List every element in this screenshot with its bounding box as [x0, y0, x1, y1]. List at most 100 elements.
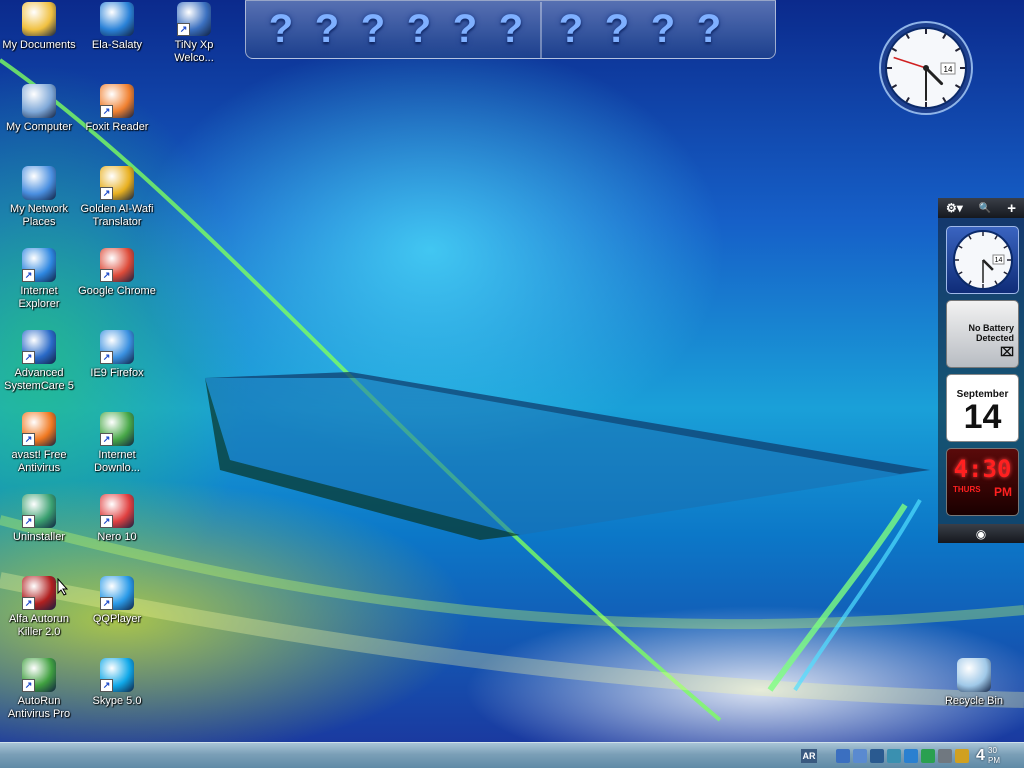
- taskbar-clock[interactable]: 4 30 PM: [974, 745, 1022, 767]
- desktop-icon[interactable]: ↗ Internet Downlo...: [77, 412, 157, 475]
- digital-clock-gadget[interactable]: 4:30 THURS PM: [946, 448, 1019, 516]
- folder-documents-icon: [22, 2, 56, 36]
- shortcut-arrow-icon: ↗: [100, 105, 113, 118]
- add-gadget-icon[interactable]: +: [1007, 200, 1016, 217]
- desktop-icon[interactable]: My Network Places: [0, 166, 79, 229]
- quick-launch-unknown-icon[interactable]: ?: [396, 5, 442, 55]
- digital-time: 4:30: [953, 455, 1012, 483]
- desktop-icon[interactable]: ↗ Google Chrome: [77, 248, 157, 298]
- quick-launch-unknown-icon[interactable]: ?: [304, 5, 350, 55]
- autorun-killer-icon: ↗: [22, 576, 56, 610]
- desktop-icon-label: Nero 10: [97, 531, 137, 543]
- desktop-icon-label: Uninstaller: [13, 531, 65, 543]
- desktop-icon[interactable]: Ela-Salaty: [77, 2, 157, 52]
- desktop[interactable]: My Documents Ela-Salaty ↗ TiNy Xp Welco... M…: [0, 0, 1024, 742]
- desktop-icon[interactable]: My Computer: [0, 84, 79, 134]
- desktop-icon[interactable]: ↗ Advanced SystemCare 5: [0, 330, 79, 393]
- gadget-sidebar: ⚙▾ 🔍 + 14 No Battery Detected ⌧ Septembe…: [938, 198, 1024, 543]
- digital-ampm: PM: [994, 485, 1012, 499]
- analog-clock-face: 14: [879, 21, 973, 115]
- shortcut-arrow-icon: ↗: [100, 597, 113, 610]
- desktop-icon-label: Advanced SystemCare 5: [4, 367, 74, 392]
- browser-icon[interactable]: [904, 748, 918, 763]
- clock-hour: 4: [976, 747, 985, 764]
- desktop-icon-label: Recycle Bin: [944, 695, 1004, 707]
- network-places-icon: [22, 166, 56, 200]
- avast-icon: ↗: [22, 412, 56, 446]
- quick-launch-unknown-icon[interactable]: ?: [488, 5, 534, 55]
- quick-launch-unknown-icon[interactable]: ?: [686, 5, 732, 55]
- skype-icon: ↗: [100, 658, 134, 692]
- desktop-icon[interactable]: ↗ Internet Explorer: [0, 248, 79, 311]
- shortcut-arrow-icon: ↗: [100, 187, 113, 200]
- shortcut-arrow-icon: ↗: [22, 515, 35, 528]
- clock-widget[interactable]: 14: [878, 20, 974, 116]
- desktop-icon[interactable]: ↗ Nero 10: [77, 494, 157, 544]
- quick-launch-unknown-icon[interactable]: ?: [350, 5, 396, 55]
- desktop-icon[interactable]: My Documents: [0, 2, 79, 52]
- chart-icon[interactable]: [887, 748, 901, 763]
- shortcut-arrow-icon: ↗: [100, 433, 113, 446]
- shortcut-arrow-icon: ↗: [22, 597, 35, 610]
- quick-launch-unknown-icon[interactable]: ?: [442, 5, 488, 55]
- mouse-pointer-icon: [57, 577, 69, 601]
- desktop-icon-label: Golden Al-Wafi Translator: [80, 203, 154, 228]
- quick-launch-unknown-icon[interactable]: ?: [640, 5, 686, 55]
- desktop-icon-label: TiNy Xp Welco...: [174, 39, 214, 64]
- settings-gear-icon[interactable]: ⚙▾: [946, 201, 963, 215]
- desktop-icon[interactable]: ↗ Skype 5.0: [77, 658, 157, 708]
- desktop-icon[interactable]: ↗ TiNy Xp Welco...: [154, 2, 234, 65]
- mini-clock-date-badge: 14: [995, 257, 1003, 264]
- mini-analog-clock: 14: [953, 230, 1013, 290]
- desktop-icon-label: My Documents: [2, 39, 76, 51]
- shortcut-arrow-icon: ↗: [100, 679, 113, 692]
- sidebar-eye-icon[interactable]: ◉: [976, 527, 986, 541]
- tinyxp-icon: ↗: [177, 2, 211, 36]
- sidebar-clock-gadget[interactable]: 14: [946, 226, 1019, 294]
- desktop-icon-label: Google Chrome: [78, 285, 156, 297]
- info-icon[interactable]: [955, 748, 969, 763]
- quick-launch-unknown-icon[interactable]: ?: [548, 5, 594, 55]
- qqplayer-icon: ↗: [100, 576, 134, 610]
- desktop-icon[interactable]: ↗ AutoRun Antivirus Pro: [0, 658, 79, 721]
- desktop-icon[interactable]: ↗ avast! Free Antivirus: [0, 412, 79, 475]
- system-tray: [836, 743, 972, 768]
- taskbar: AR 4 30 PM: [0, 742, 1024, 768]
- desktop-icon[interactable]: ↗ IE9 Firefox: [77, 330, 157, 380]
- quick-launch-unknown-icon[interactable]: ?: [594, 5, 640, 55]
- shortcut-arrow-icon: ↗: [100, 351, 113, 364]
- monitor-icon[interactable]: [853, 748, 867, 763]
- desktop-icon-label: Foxit Reader: [85, 121, 149, 133]
- display-icon[interactable]: [870, 748, 884, 763]
- desktop-icon-label: Internet Downlo...: [94, 449, 140, 474]
- calendar-gadget[interactable]: September 14: [946, 374, 1019, 442]
- search-icon[interactable]: 🔍: [979, 203, 991, 214]
- sidebar-toolbar: ⚙▾ 🔍 +: [938, 198, 1024, 218]
- battery-status-line1: No Battery: [968, 323, 1014, 333]
- computer-icon: [22, 84, 56, 118]
- desktop-icon[interactable]: ↗ QQPlayer: [77, 576, 157, 626]
- shortcut-arrow-icon: ↗: [22, 679, 35, 692]
- recycle-bin-icon: [957, 658, 991, 692]
- battery-unplugged-icon: ⌧: [1000, 345, 1014, 359]
- shortcut-arrow-icon: ↗: [22, 433, 35, 446]
- desktop-icon[interactable]: Recycle Bin: [934, 658, 1014, 708]
- language-indicator[interactable]: AR: [801, 749, 817, 763]
- clock-date-badge: 14: [944, 65, 953, 74]
- shortcut-arrow-icon: ↗: [22, 269, 35, 282]
- network-icon[interactable]: [836, 748, 850, 763]
- desktop-icon-label: My Network Places: [9, 203, 69, 228]
- uninstaller-icon: ↗: [22, 494, 56, 528]
- desktop-icon[interactable]: ↗ Foxit Reader: [77, 84, 157, 134]
- desktop-icon-label: My Computer: [5, 121, 73, 133]
- quick-launch-bar: ?????? ????: [245, 0, 776, 59]
- battery-gadget[interactable]: No Battery Detected ⌧: [946, 300, 1019, 368]
- quick-launch-unknown-icon[interactable]: ?: [258, 5, 304, 55]
- security-shield-icon[interactable]: [921, 748, 935, 763]
- desktop-icon[interactable]: ↗ Uninstaller: [0, 494, 79, 544]
- desktop-icon-label: QQPlayer: [92, 613, 142, 625]
- desktop-icon[interactable]: ↗ Golden Al-Wafi Translator: [77, 166, 157, 229]
- tools-icon[interactable]: [938, 748, 952, 763]
- shortcut-arrow-icon: ↗: [100, 269, 113, 282]
- sidebar-bottom-bar: ◉: [938, 524, 1024, 543]
